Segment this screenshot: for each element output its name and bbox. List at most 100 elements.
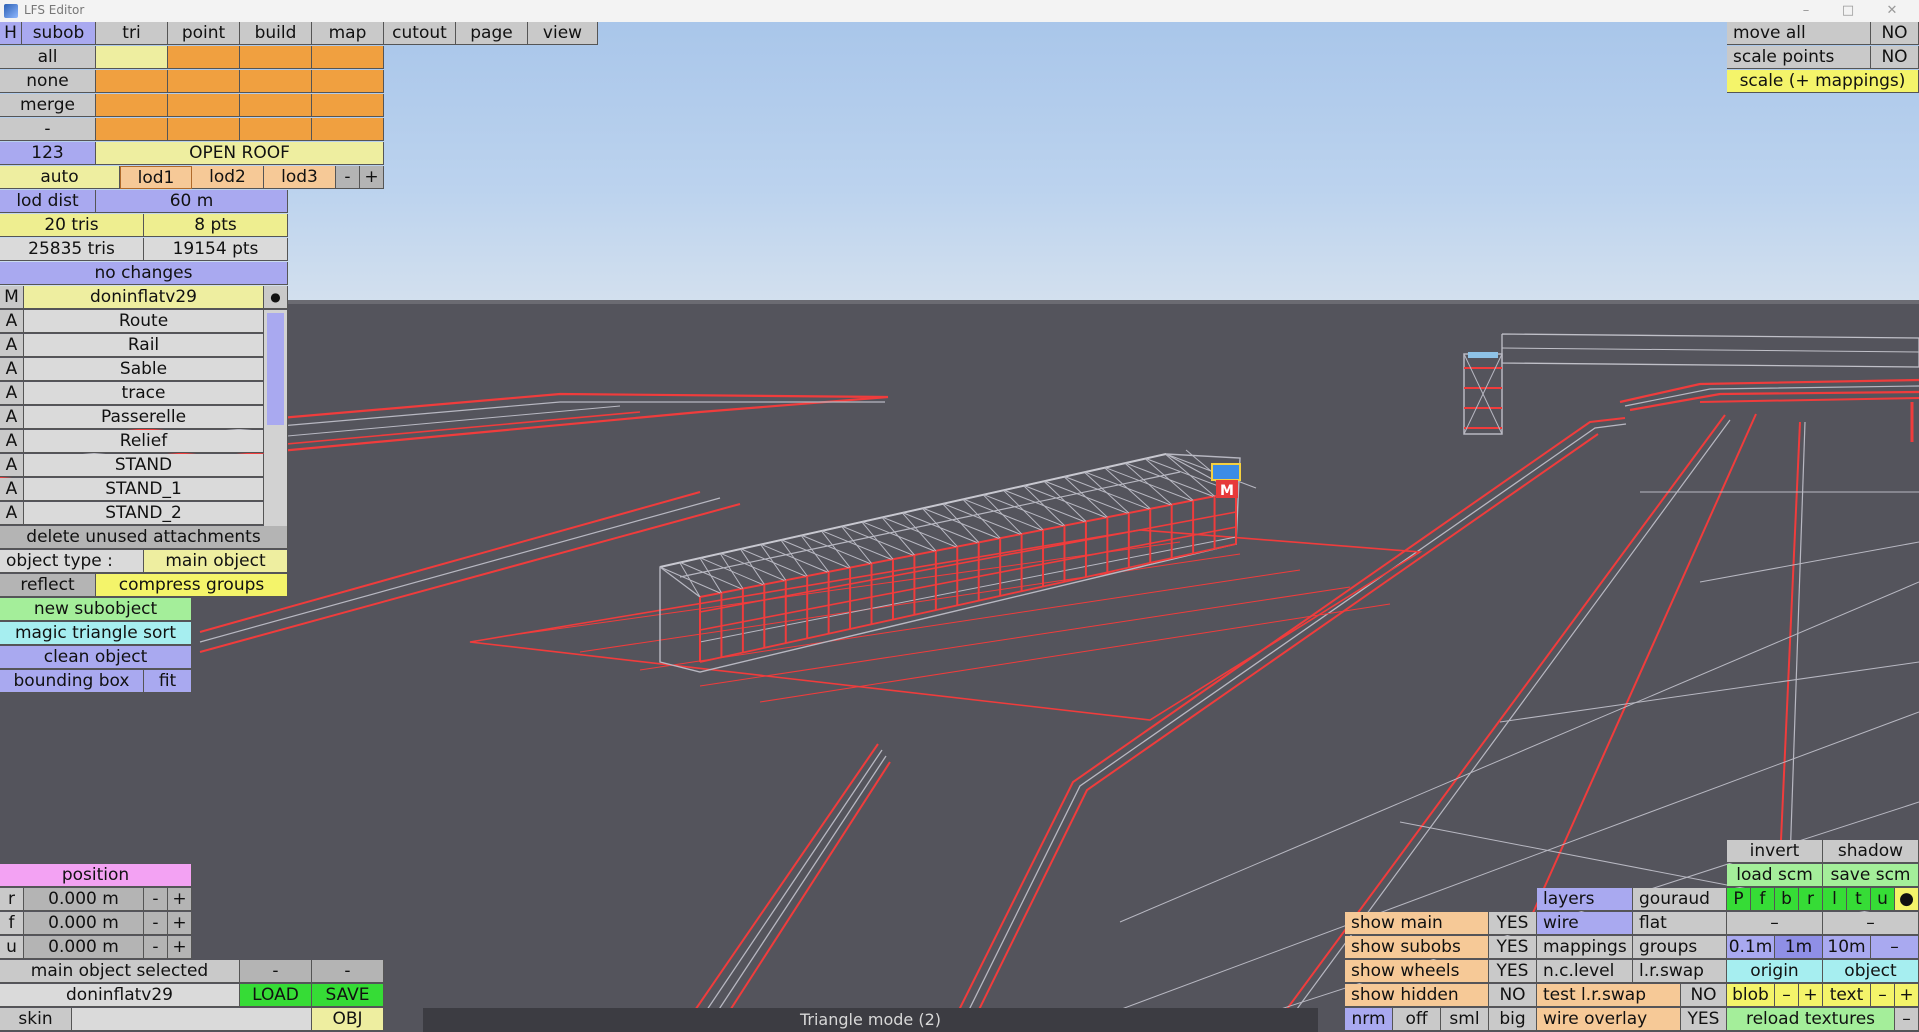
wire-overlay-toggle[interactable]: YES xyxy=(1681,1008,1727,1031)
lod1-button[interactable]: lod1 xyxy=(120,166,192,189)
tab-tri[interactable]: tri xyxy=(96,22,168,45)
view-button-3[interactable]: r xyxy=(1799,888,1823,911)
view-mode-sml[interactable]: sml xyxy=(1441,1008,1489,1031)
palette-cell[interactable] xyxy=(96,46,168,69)
palette-cell[interactable] xyxy=(240,70,312,93)
position-minus-button[interactable]: - xyxy=(144,888,168,911)
delete-unused-attachments-button[interactable]: delete unused attachments xyxy=(0,526,288,549)
palette-cell[interactable] xyxy=(96,94,168,117)
palette-cell[interactable] xyxy=(312,70,384,93)
dash-button-left[interactable]: – xyxy=(1727,912,1823,935)
minimize-button[interactable]: – xyxy=(1788,1,1824,21)
tab-cutout[interactable]: cutout xyxy=(384,22,456,45)
palette-cell[interactable] xyxy=(168,118,240,141)
file-name-field[interactable]: doninflatv29 xyxy=(0,984,240,1007)
view-button-2[interactable]: b xyxy=(1775,888,1799,911)
attachment-scrollbar[interactable] xyxy=(264,310,288,526)
show-option-toggle[interactable]: NO xyxy=(1489,984,1537,1007)
gouraud-button[interactable]: gouraud xyxy=(1633,888,1727,911)
clean-object-button[interactable]: clean object xyxy=(0,646,192,669)
position-value[interactable]: 0.000 m xyxy=(24,912,144,935)
palette-cell[interactable] xyxy=(240,94,312,117)
scale-mappings-button[interactable]: scale (+ mappings) xyxy=(1727,70,1919,93)
tab-subob[interactable]: subob xyxy=(22,22,96,45)
reflect-button[interactable]: reflect xyxy=(0,574,96,597)
h-button[interactable]: H xyxy=(0,22,22,45)
grid-0-1m-button[interactable]: 0.1m xyxy=(1727,936,1775,959)
lod-dist-value[interactable]: 60 m xyxy=(96,190,288,213)
groups-button[interactable]: groups xyxy=(1633,936,1727,959)
position-value[interactable]: 0.000 m xyxy=(24,888,144,911)
attachment-item[interactable]: Sable xyxy=(24,358,264,381)
main-dot-icon[interactable]: ● xyxy=(264,286,288,309)
grid-minus-button[interactable]: – xyxy=(1871,936,1919,959)
dash-button-right[interactable]: – xyxy=(1823,912,1919,935)
palette-cell[interactable] xyxy=(312,46,384,69)
text-minus-button[interactable]: – xyxy=(1871,984,1895,1007)
subobject-number[interactable]: 123 xyxy=(0,142,96,165)
lod3-button[interactable]: lod3 xyxy=(264,166,336,189)
view-button-4[interactable]: l xyxy=(1823,888,1847,911)
attachment-item[interactable]: Route xyxy=(24,310,264,333)
attachment-item[interactable]: trace xyxy=(24,382,264,405)
tab-build[interactable]: build xyxy=(240,22,312,45)
load-button[interactable]: LOAD xyxy=(240,984,312,1007)
view-mode-big[interactable]: big xyxy=(1489,1008,1537,1031)
position-plus-button[interactable]: + xyxy=(168,912,192,935)
view-mode-off[interactable]: off xyxy=(1393,1008,1441,1031)
shadow-button[interactable]: shadow xyxy=(1823,840,1919,863)
view-button-1[interactable]: f xyxy=(1751,888,1775,911)
test-lr-swap-toggle[interactable]: NO xyxy=(1681,984,1727,1007)
mappings-button[interactable]: mappings xyxy=(1537,936,1633,959)
move-all-toggle[interactable]: NO xyxy=(1871,22,1919,45)
text-plus-button[interactable]: + xyxy=(1895,984,1919,1007)
palette-cell[interactable] xyxy=(168,46,240,69)
palette-cell[interactable] xyxy=(96,70,168,93)
tab-view[interactable]: view xyxy=(528,22,598,45)
reload-minus-button[interactable]: – xyxy=(1895,1008,1919,1031)
load-scm-button[interactable]: load scm xyxy=(1727,864,1823,887)
new-subobject-button[interactable]: new subobject xyxy=(0,598,192,621)
wire-button[interactable]: wire xyxy=(1537,912,1633,935)
invert-button[interactable]: invert xyxy=(1727,840,1823,863)
lod-auto-button[interactable]: auto xyxy=(0,166,120,189)
lod2-button[interactable]: lod2 xyxy=(192,166,264,189)
attachment-item[interactable]: Rail xyxy=(24,334,264,357)
tab-point[interactable]: point xyxy=(168,22,240,45)
palette-cell[interactable] xyxy=(168,94,240,117)
subobject-name[interactable]: OPEN ROOF xyxy=(96,142,384,165)
view-button-6[interactable]: u xyxy=(1871,888,1895,911)
reload-textures-button[interactable]: reload textures xyxy=(1727,1008,1895,1031)
lod-plus-button[interactable]: + xyxy=(360,166,384,189)
scrollbar-thumb[interactable] xyxy=(267,313,284,425)
magic-triangle-sort-button[interactable]: magic triangle sort xyxy=(0,622,192,645)
selection-minus-button[interactable]: - xyxy=(240,960,312,983)
dash-button[interactable]: - xyxy=(0,118,96,141)
tab-page[interactable]: page xyxy=(456,22,528,45)
layers-button[interactable]: layers xyxy=(1537,888,1633,911)
main-object-name[interactable]: doninflatv29 xyxy=(24,286,264,309)
scale-points-toggle[interactable]: NO xyxy=(1871,46,1919,69)
attachment-item[interactable]: STAND xyxy=(24,454,264,477)
palette-cell[interactable] xyxy=(96,118,168,141)
attachment-item[interactable]: STAND_1 xyxy=(24,478,264,501)
view-button-5[interactable]: t xyxy=(1847,888,1871,911)
maximize-button[interactable]: □ xyxy=(1830,1,1866,21)
lod-minus-button[interactable]: - xyxy=(336,166,360,189)
object-type-value[interactable]: main object xyxy=(144,550,288,573)
palette-cell[interactable] xyxy=(240,46,312,69)
position-minus-button[interactable]: - xyxy=(144,912,168,935)
blob-minus-button[interactable]: – xyxy=(1775,984,1799,1007)
select-none-button[interactable]: none xyxy=(0,70,96,93)
grid-1m-button[interactable]: 1m xyxy=(1775,936,1823,959)
palette-cell[interactable] xyxy=(312,94,384,117)
view-button-0[interactable]: P xyxy=(1727,888,1751,911)
palette-cell[interactable] xyxy=(312,118,384,141)
show-option-toggle[interactable]: YES xyxy=(1489,960,1537,983)
save-button[interactable]: SAVE xyxy=(312,984,384,1007)
select-all-button[interactable]: all xyxy=(0,46,96,69)
fit-button[interactable]: fit xyxy=(144,670,192,693)
compress-groups-button[interactable]: compress groups xyxy=(96,574,288,597)
nc-level-button[interactable]: n.c.level xyxy=(1537,960,1633,983)
origin-button[interactable]: origin xyxy=(1727,960,1823,983)
